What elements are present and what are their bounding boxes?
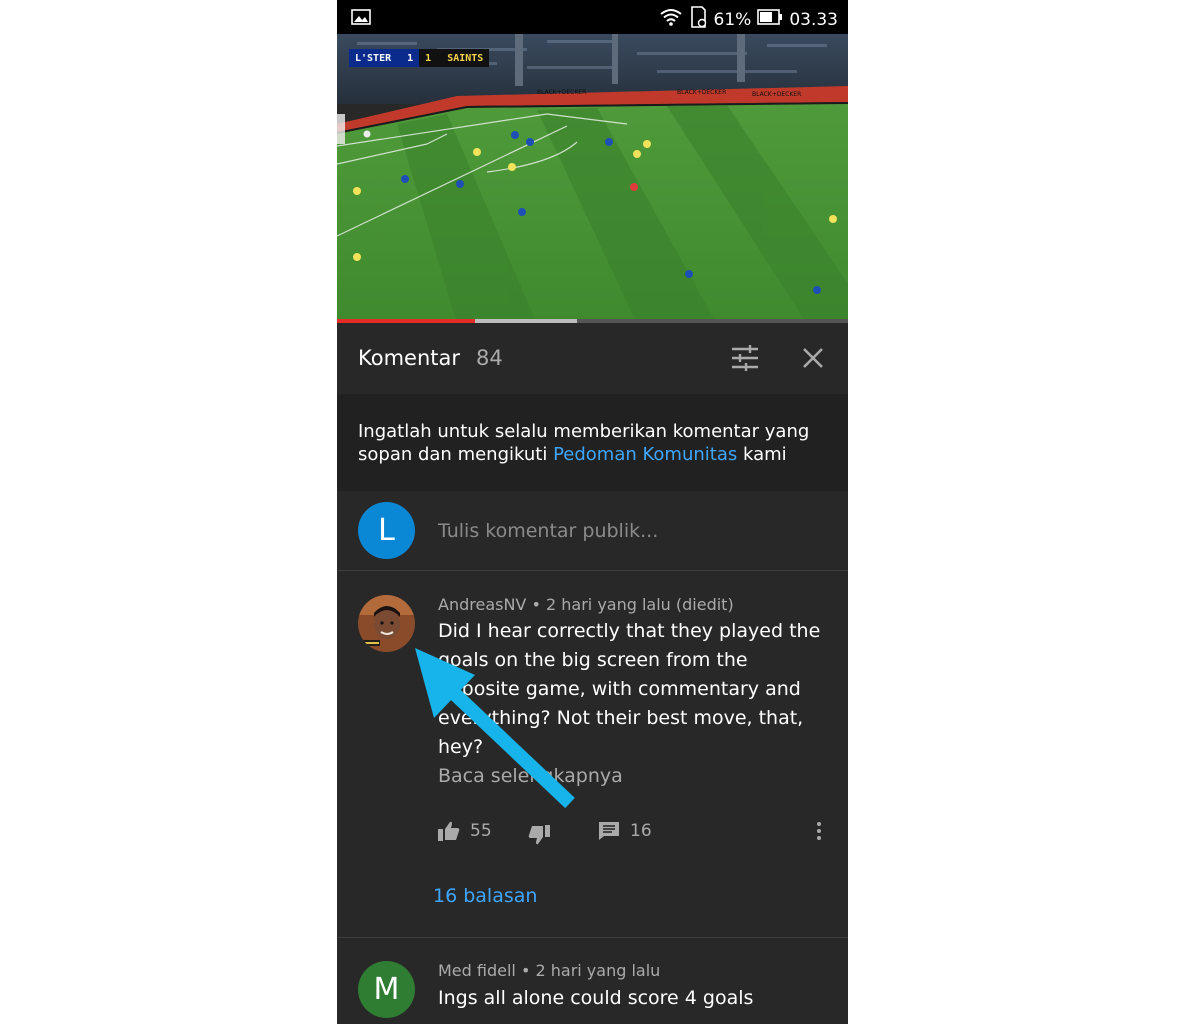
comment-meta: Med fidell • 2 hari yang lalu <box>438 961 660 980</box>
read-more-link[interactable]: Baca selengkapnya <box>438 765 623 787</box>
home-team: L'STER <box>355 52 392 64</box>
comment-item: AndreasNV • 2 hari yang lalu (diedit) Di… <box>337 571 848 938</box>
thumbs-down-icon <box>528 825 550 845</box>
away-score: 1 <box>425 52 432 64</box>
phone-screen: 61% 03.33 BLACK+DECKER BLACK+DECKER BLAC… <box>337 0 848 1024</box>
close-icon[interactable] <box>802 347 824 373</box>
clock: 03.33 <box>789 9 838 30</box>
comment-text: Did I hear correctly that they played th… <box>438 620 821 758</box>
gallery-notification-icon <box>351 9 371 29</box>
scorebug: L'STER 1 1 SAINTS <box>349 49 490 67</box>
video-player[interactable]: BLACK+DECKER BLACK+DECKER BLACK+DECKER L… <box>337 34 848 324</box>
sort-filter-icon[interactable] <box>730 345 760 375</box>
comment-composer[interactable]: L Tulis komentar publik... <box>337 491 848 571</box>
commenter-avatar[interactable]: M <box>358 961 415 1018</box>
comment-meta: AndreasNV • 2 hari yang lalu (diedit) <box>438 595 734 614</box>
battery-icon <box>757 9 783 30</box>
commenter-avatar[interactable] <box>358 595 415 652</box>
comments-header: Komentar 84 <box>337 323 848 394</box>
svg-text:BLACK+DECKER: BLACK+DECKER <box>677 89 726 96</box>
notice-text: Ingatlah untuk selalu memberikan komenta… <box>358 421 810 465</box>
community-guidelines-notice: Ingatlah untuk selalu memberikan komenta… <box>337 394 848 491</box>
wifi-icon <box>659 8 682 31</box>
like-button[interactable]: 55 <box>438 821 492 841</box>
comments-title: Komentar <box>358 346 460 370</box>
community-guidelines-link[interactable]: Pedoman Komunitas <box>553 444 737 465</box>
video-frame: BLACK+DECKER BLACK+DECKER BLACK+DECKER <box>337 34 848 324</box>
dislike-button[interactable] <box>528 825 550 845</box>
comment-input[interactable]: Tulis komentar publik... <box>438 520 658 542</box>
comment-author[interactable]: Med fidell <box>438 961 516 980</box>
thumbs-up-icon <box>438 821 460 841</box>
home-score: 1 <box>407 52 414 64</box>
comment-time: • 2 hari yang lalu <box>520 961 661 980</box>
view-replies-link[interactable]: 16 balasan <box>433 885 537 907</box>
reply-comment-icon <box>599 822 619 840</box>
more-options-icon[interactable] <box>816 821 822 841</box>
svg-text:BLACK+DECKER: BLACK+DECKER <box>752 91 801 98</box>
comments-count: 84 <box>476 346 503 370</box>
comment-author[interactable]: AndreasNV <box>438 595 526 614</box>
away-team: SAINTS <box>447 52 484 64</box>
comment-actions: 55 16 <box>438 821 828 847</box>
user-avatar: L <box>358 502 415 559</box>
comment-time: • 2 hari yang lalu (diedit) <box>531 595 734 614</box>
svg-text:BLACK+DECKER: BLACK+DECKER <box>537 89 586 96</box>
sd-card-icon <box>688 6 708 33</box>
reply-count: 16 <box>630 821 652 841</box>
reply-button[interactable]: 16 <box>598 821 652 841</box>
like-count: 55 <box>470 821 492 841</box>
status-bar: 61% 03.33 <box>337 0 848 34</box>
comment-item: M Med fidell • 2 hari yang lalu Ings all… <box>337 938 848 1024</box>
battery-percent: 61% <box>713 9 752 30</box>
comment-text: Ings all alone could score 4 goals <box>438 987 754 1009</box>
